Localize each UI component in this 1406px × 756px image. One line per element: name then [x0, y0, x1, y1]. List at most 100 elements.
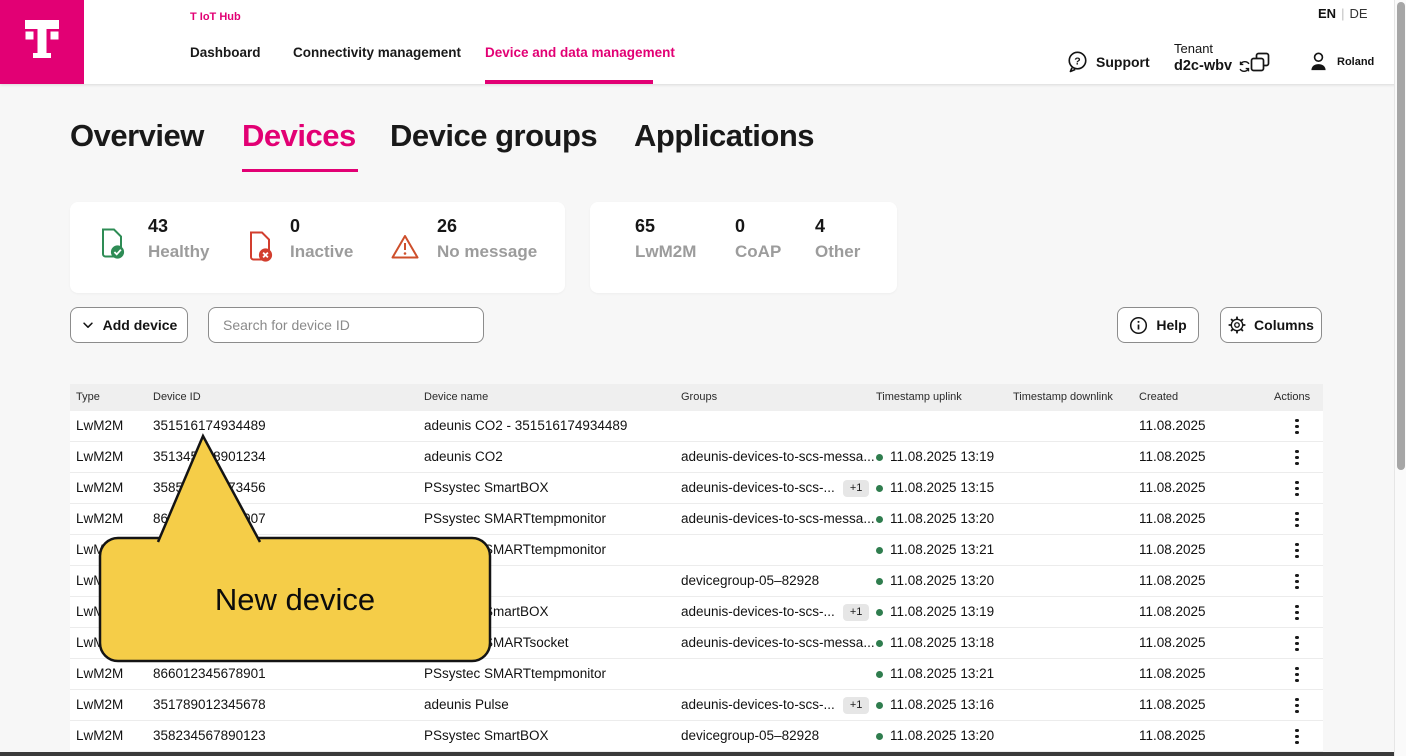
- cell-groups: adeunis-devices-to-scs-...+1: [681, 690, 869, 720]
- scrollbar[interactable]: [1394, 0, 1406, 756]
- kebab-dot-icon: [1295, 425, 1299, 429]
- kebab-dot-icon: [1295, 673, 1299, 677]
- col-device-name[interactable]: Device name: [424, 384, 488, 411]
- help-button[interactable]: Help: [1117, 307, 1199, 343]
- kebab-dot-icon: [1295, 710, 1299, 714]
- lang-en[interactable]: EN: [1318, 6, 1336, 21]
- uplink-status-dot: [876, 640, 883, 647]
- telekom-t-icon: [0, 0, 84, 84]
- group-name: adeunis-devices-to-scs-...: [681, 473, 835, 503]
- cell-timestamp-uplink: 11.08.2025 13:19: [876, 442, 994, 472]
- scrollbar-thumb[interactable]: [1397, 2, 1405, 470]
- row-actions-button[interactable]: [1286, 628, 1308, 659]
- cell-groups: adeunis-devices-to-scs-...+1: [681, 597, 869, 627]
- uplink-time: 11.08.2025 13:20: [890, 721, 994, 751]
- support-button[interactable]: ? Support: [1066, 50, 1150, 73]
- cell-timestamp-uplink: 11.08.2025 13:16: [876, 690, 994, 720]
- row-actions-button[interactable]: [1286, 597, 1308, 628]
- cell-device-id: 351789012345678: [153, 690, 266, 720]
- no-message-label: No message: [437, 242, 537, 262]
- user-name: Roland: [1337, 56, 1374, 68]
- help-label: Help: [1156, 317, 1186, 333]
- row-actions-button[interactable]: [1286, 566, 1308, 597]
- sim-inactive-icon: [246, 230, 274, 263]
- cell-timestamp-uplink: 11.08.2025 13:19: [876, 597, 994, 627]
- row-actions-button[interactable]: [1286, 442, 1308, 473]
- kebab-dot-icon: [1295, 735, 1299, 739]
- warning-triangle-icon: [390, 233, 420, 260]
- kebab-dot-icon: [1295, 487, 1299, 491]
- other-count: 4: [815, 216, 825, 237]
- nav-item-device-and-data-management[interactable]: Device and data management: [485, 45, 675, 60]
- device-search-input[interactable]: [208, 307, 484, 343]
- info-icon: [1129, 316, 1148, 335]
- callout-label: New device: [100, 538, 490, 661]
- tenant-label: Tenant: [1174, 41, 1251, 56]
- col-timestamp-uplink[interactable]: Timestamp uplink: [876, 384, 962, 411]
- gear-icon: [1228, 316, 1246, 334]
- kebab-dot-icon: [1295, 586, 1299, 590]
- table-row[interactable]: LwM2M358234567890123PSsystec SmartBOXdev…: [70, 721, 1323, 752]
- row-actions-button[interactable]: [1286, 721, 1308, 752]
- col-groups[interactable]: Groups: [681, 384, 717, 411]
- table-row[interactable]: LwM2M351789012345678adeunis Pulseadeunis…: [70, 690, 1323, 721]
- nav-item-connectivity-management[interactable]: Connectivity management: [293, 45, 461, 60]
- telekom-logo[interactable]: [0, 0, 84, 84]
- col-type[interactable]: Type: [76, 384, 100, 411]
- add-device-label: Add device: [103, 317, 178, 333]
- user-menu[interactable]: Roland: [1307, 50, 1374, 73]
- uplink-status-dot: [876, 454, 883, 461]
- uplink-time: 11.08.2025 13:21: [890, 659, 994, 689]
- col-device-id[interactable]: Device ID: [153, 384, 201, 411]
- columns-button[interactable]: Columns: [1220, 307, 1322, 343]
- callout-arrow: [158, 436, 260, 542]
- cell-groups: devicegroup-05–82928: [681, 566, 819, 596]
- row-actions-button[interactable]: [1286, 690, 1308, 721]
- screen: T IoT Hub Dashboard Connectivity managem…: [0, 0, 1406, 756]
- kebab-dot-icon: [1295, 729, 1299, 733]
- tab-device-groups[interactable]: Device groups: [390, 118, 597, 154]
- kebab-dot-icon: [1295, 574, 1299, 578]
- kebab-dot-icon: [1295, 698, 1299, 702]
- uplink-time: 11.08.2025 13:19: [890, 442, 994, 472]
- nav-item-dashboard[interactable]: Dashboard: [190, 45, 261, 60]
- cell-device-name: PSsystec SmartBOX: [424, 721, 549, 751]
- language-switch[interactable]: EN|DE: [1318, 6, 1368, 21]
- uplink-time: 11.08.2025 13:19: [890, 597, 994, 627]
- cell-groups: adeunis-devices-to-scs-messa...: [681, 628, 871, 658]
- row-actions-button[interactable]: [1286, 411, 1308, 442]
- person-icon: [1307, 50, 1330, 73]
- kebab-dot-icon: [1295, 636, 1299, 640]
- row-actions-button[interactable]: [1286, 473, 1308, 504]
- row-actions-button[interactable]: [1286, 504, 1308, 535]
- tenant-block[interactable]: Tenant d2c-wbv: [1174, 41, 1251, 74]
- copy-tenant-button[interactable]: [1248, 50, 1272, 74]
- tab-overview[interactable]: Overview: [70, 118, 204, 154]
- kebab-dot-icon: [1295, 642, 1299, 646]
- lang-de[interactable]: DE: [1349, 6, 1367, 21]
- col-created[interactable]: Created: [1139, 384, 1178, 411]
- kebab-dot-icon: [1295, 518, 1299, 522]
- kebab-dot-icon: [1295, 667, 1299, 671]
- kebab-dot-icon: [1295, 543, 1299, 547]
- tab-applications[interactable]: Applications: [634, 118, 814, 154]
- cell-created: 11.08.2025: [1139, 690, 1206, 720]
- uplink-status-dot: [876, 547, 883, 554]
- uplink-time: 11.08.2025 13:15: [890, 473, 994, 503]
- uplink-status-dot: [876, 702, 883, 709]
- group-count-badge: +1: [843, 604, 870, 621]
- kebab-dot-icon: [1295, 419, 1299, 423]
- col-timestamp-downlink[interactable]: Timestamp downlink: [1013, 384, 1113, 411]
- new-device-callout: New device: [95, 428, 501, 668]
- chevron-down-icon: [81, 318, 95, 332]
- kebab-dot-icon: [1295, 481, 1299, 485]
- kebab-dot-icon: [1295, 431, 1299, 435]
- cell-timestamp-uplink: 11.08.2025 13:15: [876, 473, 994, 503]
- uplink-time: 11.08.2025 13:18: [890, 628, 994, 658]
- row-actions-button[interactable]: [1286, 659, 1308, 690]
- add-device-button[interactable]: Add device: [70, 307, 188, 343]
- tab-devices[interactable]: Devices: [242, 118, 356, 154]
- cell-type: LwM2M: [76, 721, 123, 751]
- coap-count: 0: [735, 216, 745, 237]
- row-actions-button[interactable]: [1286, 535, 1308, 566]
